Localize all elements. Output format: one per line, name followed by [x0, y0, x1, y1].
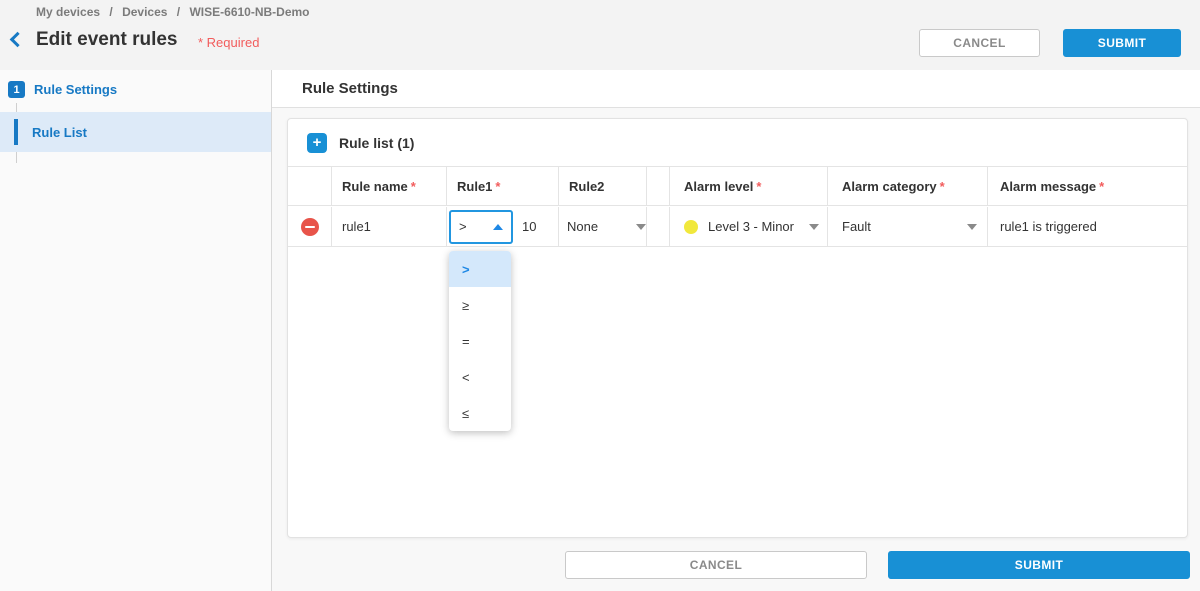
- row-cell-rule2: None: [558, 207, 646, 246]
- step-label: Rule Settings: [34, 82, 117, 97]
- operator-option-gte[interactable]: ≥: [449, 287, 511, 323]
- sidebar-step-rule-settings[interactable]: 1 Rule Settings: [8, 81, 117, 98]
- rule2-operator-value: None: [567, 219, 598, 234]
- required-asterisk: *: [756, 179, 761, 194]
- sidebar: 1 Rule Settings Rule List: [0, 70, 272, 591]
- row-cell-rule-name[interactable]: rule1: [331, 207, 446, 246]
- breadcrumb: My devices / Devices / WISE-6610-NB-Demo: [36, 5, 316, 19]
- edit-event-rules-page: My devices / Devices / WISE-6610-NB-Demo…: [0, 0, 1200, 591]
- header-cell-rule1: Rule1 *: [446, 167, 558, 205]
- alarm-category-value: Fault: [842, 219, 871, 234]
- operator-dropdown-menu: > ≥ = < ≤: [449, 251, 511, 431]
- column-label: Rule name: [342, 179, 408, 194]
- header-cell-alarm-level: Alarm level *: [669, 167, 827, 205]
- breadcrumb-device-name[interactable]: WISE-6610-NB-Demo: [189, 5, 309, 19]
- page-title: Edit event rules: [36, 29, 178, 51]
- header-cell-alarm-message: Alarm message *: [987, 167, 1187, 205]
- rule1-operator-value: >: [459, 219, 467, 234]
- row-cell-rule2-value: [646, 207, 669, 246]
- header-cell-delete: [288, 167, 331, 205]
- footer-submit-button[interactable]: SUBMIT: [888, 551, 1190, 579]
- header-cell-rule2: Rule2: [558, 167, 646, 205]
- required-asterisk: *: [1099, 179, 1104, 194]
- rule-list-title: Rule list (1): [339, 135, 414, 151]
- header-cell-rule2-value: [646, 167, 669, 205]
- step-number-badge: 1: [8, 81, 25, 98]
- sidebar-item-rule-list[interactable]: Rule List: [0, 112, 271, 152]
- back-icon[interactable]: [10, 32, 26, 48]
- header-cell-alarm-category: Alarm category *: [827, 167, 987, 205]
- header-cell-rule-name: Rule name *: [331, 167, 446, 205]
- alarm-message-value: rule1 is triggered: [1000, 219, 1097, 234]
- alarm-level-value: Level 3 - Minor: [708, 219, 794, 234]
- rule-name-value: rule1: [342, 219, 371, 234]
- column-label: Rule1: [457, 179, 492, 194]
- row-cell-rule1: > 10: [446, 207, 558, 246]
- rule-list-card: + Rule list (1) Rule name * Rule1 * Rule…: [287, 118, 1188, 538]
- column-label: Rule2: [569, 179, 604, 194]
- operator-option-gt[interactable]: >: [449, 251, 511, 287]
- breadcrumb-separator: /: [109, 5, 112, 19]
- required-asterisk: *: [495, 179, 500, 194]
- row-cell-alarm-category: Fault: [827, 207, 987, 246]
- row-cell-delete: [288, 207, 331, 246]
- section-header: Rule Settings: [272, 70, 1200, 108]
- required-asterisk: *: [940, 179, 945, 194]
- remove-rule-icon[interactable]: [301, 218, 319, 236]
- footer-cancel-button[interactable]: CANCEL: [565, 551, 867, 579]
- cancel-button[interactable]: CANCEL: [919, 29, 1040, 57]
- top-bar: My devices / Devices / WISE-6610-NB-Demo…: [0, 0, 1200, 70]
- rule1-operator-select[interactable]: >: [449, 210, 513, 244]
- row-cell-alarm-level: Level 3 - Minor: [669, 207, 827, 246]
- add-rule-button[interactable]: +: [307, 133, 327, 153]
- table-header-row: Rule name * Rule1 * Rule2 Alarm level * …: [288, 166, 1187, 206]
- required-asterisk: *: [411, 179, 416, 194]
- rule-row: rule1 > 10 None: [288, 207, 1187, 247]
- section-title: Rule Settings: [302, 80, 398, 97]
- submit-button[interactable]: SUBMIT: [1063, 29, 1181, 57]
- operator-option-lt[interactable]: <: [449, 359, 511, 395]
- column-label: Alarm message: [1000, 179, 1096, 194]
- main-panel: Rule Settings + Rule list (1) Rule name …: [272, 70, 1200, 591]
- row-cell-alarm-message[interactable]: rule1 is triggered: [987, 207, 1187, 246]
- rule2-operator-select[interactable]: None: [567, 219, 646, 234]
- operator-option-lte[interactable]: ≤: [449, 395, 511, 431]
- alarm-level-select[interactable]: Level 3 - Minor: [684, 219, 819, 234]
- operator-option-eq[interactable]: =: [449, 323, 511, 359]
- level-3-minor-dot-icon: [684, 220, 698, 234]
- breadcrumb-devices[interactable]: Devices: [122, 5, 167, 19]
- column-label: Alarm category: [842, 179, 937, 194]
- caret-up-icon: [493, 224, 503, 230]
- rule1-threshold-value[interactable]: 10: [522, 219, 536, 234]
- caret-down-icon: [967, 224, 977, 230]
- breadcrumb-separator: /: [177, 5, 180, 19]
- caret-down-icon: [809, 224, 819, 230]
- caret-down-icon: [636, 224, 646, 230]
- rule-list-card-header: + Rule list (1): [288, 119, 414, 166]
- column-label: Alarm level: [684, 179, 753, 194]
- breadcrumb-my-devices[interactable]: My devices: [36, 5, 100, 19]
- active-indicator-bar: [14, 119, 18, 145]
- alarm-category-select[interactable]: Fault: [842, 219, 977, 234]
- required-note: * Required: [198, 35, 259, 50]
- sidebar-item-label: Rule List: [32, 125, 87, 140]
